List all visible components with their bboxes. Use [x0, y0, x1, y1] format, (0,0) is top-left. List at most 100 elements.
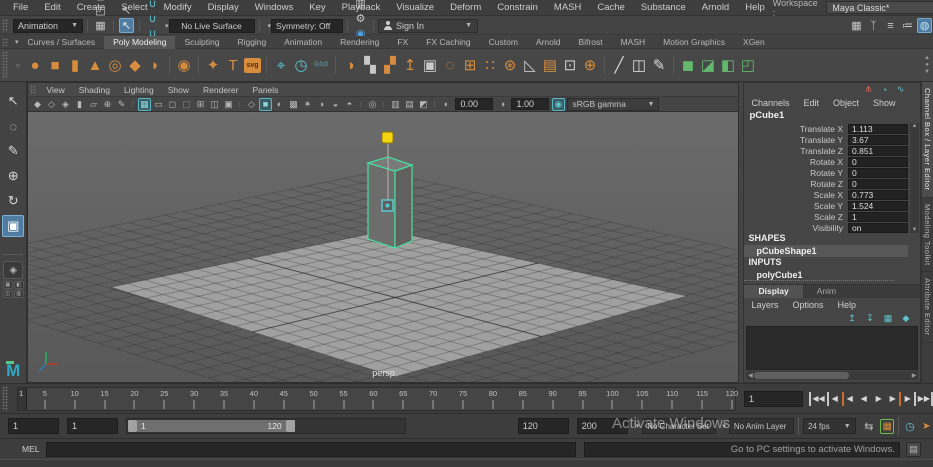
safe-action-icon[interactable]: ◫	[208, 98, 221, 111]
image-plane-icon[interactable]: ▱	[87, 98, 100, 111]
statusline-grip[interactable]	[2, 19, 8, 32]
modeling-toolkit-icon[interactable]: ▦	[849, 18, 864, 33]
poly-cylinder-icon[interactable]: ▮	[66, 53, 85, 77]
boolean-difference-icon[interactable]: ◪	[699, 53, 718, 77]
shelf-tab-sculpting[interactable]: Sculpting	[175, 36, 228, 49]
four-pane-layout-button[interactable]: ▦	[2, 281, 13, 289]
channel-value-translate-x[interactable]: 1.113	[848, 123, 908, 134]
poly-type-icon[interactable]: T	[224, 53, 243, 77]
menu-substance[interactable]: Substance	[633, 0, 694, 16]
side-tab-channel-box-layer-editor[interactable]: Channel Box / Layer Editor	[922, 82, 933, 198]
panel-menu-shading[interactable]: Shading	[72, 85, 117, 95]
fps-select[interactable]: 24 fps ▼	[802, 418, 856, 434]
attribute-editor-icon[interactable]: ≡	[883, 18, 898, 33]
contrast-icon[interactable]: ◑	[496, 98, 509, 111]
move-tool-icon[interactable]: ⊕	[2, 165, 24, 187]
side-tab-attribute-editor[interactable]: Attribute Editor	[922, 272, 933, 343]
command-line-mode-label[interactable]: MEL	[22, 444, 46, 454]
super-shape-icon[interactable]: ✦	[204, 53, 223, 77]
panel-menu-show[interactable]: Show	[161, 85, 196, 95]
new-empty-layer-icon[interactable]: ▦	[882, 313, 894, 325]
screen-space-ao-icon[interactable]: ◒	[329, 98, 342, 111]
safe-title-icon[interactable]: ▣	[222, 98, 235, 111]
shelf-tab-custom[interactable]: Custom	[480, 36, 527, 49]
mesh-cube-icon[interactable]: ⊞	[461, 53, 480, 77]
triangulate-icon[interactable]: ◺	[521, 53, 540, 77]
new-layer-from-selected-icon[interactable]: ◆	[900, 313, 912, 325]
smooth-icon[interactable]: ◌	[441, 53, 460, 77]
delete-history-icon[interactable]: ◷	[292, 53, 311, 77]
selection-highlight-icon[interactable]: ◩	[417, 98, 430, 111]
bookmark-icon[interactable]: ▮	[73, 98, 86, 111]
shelf-tab-poly-modeling[interactable]: Poly Modeling	[104, 35, 176, 49]
shelf-scrollbar[interactable]: ▲ ● ▼	[923, 55, 933, 76]
range-slider-well[interactable]: 1 120	[125, 418, 406, 434]
range-start-handle[interactable]	[127, 420, 137, 432]
shelf-tab-arnold[interactable]: Arnold	[527, 36, 570, 49]
save-scene-icon[interactable]: ▦	[93, 18, 108, 33]
animation-start-field[interactable]: 1	[8, 418, 59, 434]
shelf-tab-bifrost[interactable]: Bifrost	[569, 36, 611, 49]
menu-modify[interactable]: Modify	[156, 0, 200, 16]
gamma-field[interactable]: 1.00	[511, 98, 550, 110]
step-back-key-button[interactable]: ◀	[841, 391, 856, 406]
poly-sphere-icon[interactable]: ●	[26, 53, 45, 77]
menu-deform[interactable]: Deform	[442, 0, 489, 16]
channel-box-menu-channels[interactable]: Channels	[744, 98, 796, 108]
spherize-icon[interactable]: ⊕	[581, 53, 600, 77]
shelf-tab-fx[interactable]: FX	[388, 36, 417, 49]
current-frame-field[interactable]: 1	[743, 390, 804, 407]
wireframe-icon[interactable]: ◇	[245, 98, 258, 111]
symmetry-select[interactable]: Symmetry: Off	[271, 18, 344, 33]
wireframe-on-shaded-icon[interactable]: ◐	[273, 98, 286, 111]
3d-scene[interactable]	[28, 112, 739, 382]
panel-menu-renderer[interactable]: Renderer	[196, 85, 245, 95]
menu-arnold[interactable]: Arnold	[694, 0, 737, 16]
layer-editor-tab-display[interactable]: Display	[744, 285, 803, 298]
shelf-tab-fx-caching[interactable]: FX Caching	[417, 36, 479, 49]
input-node-row[interactable]: polyCube1	[744, 269, 895, 281]
channel-label-translate-y[interactable]: Translate Y	[744, 135, 848, 145]
channel-box-node-name[interactable]: pCube1	[744, 110, 920, 123]
menu-windows[interactable]: Windows	[247, 0, 302, 16]
boolean-slice-icon[interactable]: ◰	[739, 53, 758, 77]
playback-end-field[interactable]: 120	[517, 418, 569, 434]
panelmenu-grip[interactable]	[30, 85, 37, 94]
side-tab-modeling-toolkit[interactable]: Modeling Toolkit	[922, 198, 933, 273]
layer-list[interactable]	[746, 326, 918, 370]
channel-box-icon[interactable]: ◍	[917, 18, 932, 33]
xray-joints-icon[interactable]: ▤	[403, 98, 416, 111]
extract-icon[interactable]: ↥	[401, 53, 420, 77]
lasso-tool-icon[interactable]: ◌	[2, 115, 24, 137]
layer-move-down-icon[interactable]: ↧	[864, 313, 876, 325]
pane-layout-button[interactable]: ◧	[13, 281, 24, 289]
use-all-lights-icon[interactable]: ✶	[301, 98, 314, 111]
timeslider-grip[interactable]	[2, 386, 8, 411]
time-editor-icon[interactable]: ◷	[903, 419, 916, 433]
scroll-right-icon[interactable]: ▶	[910, 372, 918, 379]
range-end-handle[interactable]	[285, 420, 295, 432]
panel-menu-lighting[interactable]: Lighting	[117, 85, 161, 95]
scroll-down-icon[interactable]: ▼	[924, 69, 930, 76]
scale-tool-icon[interactable]: ▣	[2, 215, 25, 237]
menu-cache[interactable]: Cache	[589, 0, 632, 16]
channel-value-rotate-y[interactable]: 0	[848, 167, 908, 178]
shadows-icon[interactable]: ◑	[315, 98, 328, 111]
animation-preferences-icon[interactable]: ▦	[879, 418, 895, 434]
range-slider-bar-handle[interactable]: 1 120	[127, 420, 295, 432]
ground-plane[interactable]	[108, 229, 689, 378]
menu-display[interactable]: Display	[200, 0, 247, 16]
shelf-tab-motion-graphics[interactable]: Motion Graphics	[654, 36, 734, 49]
quad-draw-icon[interactable]: ✎	[650, 53, 669, 77]
anim-layer-select[interactable]: No Anim Layer	[728, 418, 795, 434]
pane-layout-button[interactable]: ◫	[2, 290, 13, 298]
poly-torus-icon[interactable]: ◎	[106, 53, 125, 77]
rotate-tool-icon[interactable]: ↻	[2, 190, 24, 212]
manipulator-y-handle[interactable]	[381, 131, 394, 144]
play-forwards-button[interactable]: ▶	[872, 392, 886, 406]
channel-box-menu-object[interactable]: Object	[826, 98, 866, 108]
smooth-mesh-icon[interactable]: ◑	[341, 53, 360, 77]
channel-label-scale-x[interactable]: Scale X	[744, 190, 848, 200]
exposure-icon[interactable]: ◐	[440, 98, 453, 111]
menu-visualize[interactable]: Visualize	[388, 0, 442, 16]
